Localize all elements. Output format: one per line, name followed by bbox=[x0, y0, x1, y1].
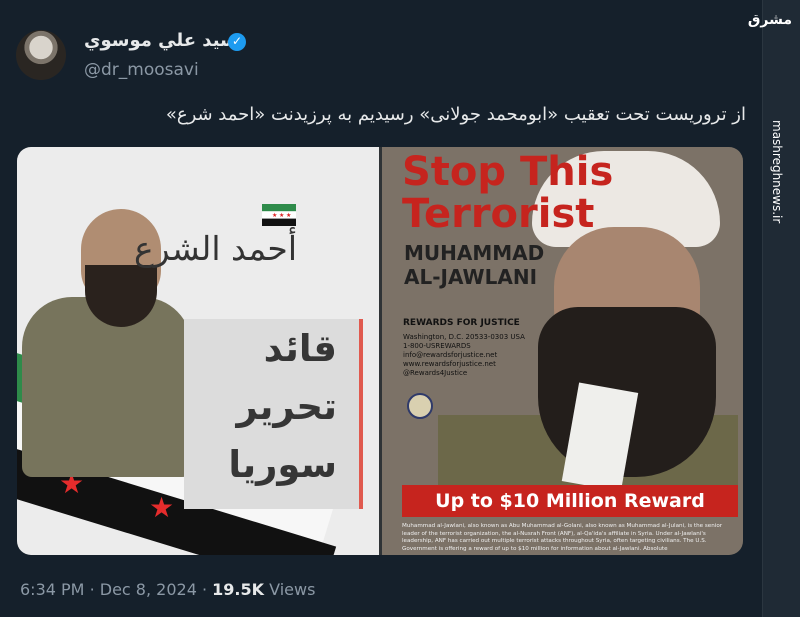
state-department-seal-icon bbox=[407, 393, 433, 419]
media-left-panel: ★ ★ ★ ★ ★ أحمد الشرع قائد تحرير سوريا bbox=[17, 147, 379, 555]
name-calligraphy: أحمد الشرع bbox=[133, 229, 297, 268]
headline-line: قائد bbox=[263, 327, 337, 370]
reward-banner: Up to $10 Million Reward bbox=[402, 485, 738, 517]
tweet-date[interactable]: Dec 8, 2024 bbox=[100, 580, 197, 599]
meta-separator: · bbox=[89, 580, 95, 599]
tweet-media[interactable]: ★ ★ ★ ★ ★ أحمد الشرع قائد تحرير سوريا St… bbox=[17, 147, 743, 555]
poster-title-line: Terrorist bbox=[402, 191, 595, 237]
views-count: 19.5K bbox=[212, 580, 265, 599]
svg-text:★: ★ bbox=[272, 212, 277, 219]
headline-line: سوريا bbox=[228, 443, 337, 486]
headline-box: قائد تحرير سوريا bbox=[184, 319, 363, 509]
headline-line: تحرير bbox=[236, 385, 338, 428]
rfj-contact: Washington, D.C. 20533-0303 USA 1-800-US… bbox=[403, 333, 533, 378]
avatar[interactable] bbox=[16, 30, 66, 80]
site-url: mashreghnews.ir bbox=[770, 120, 784, 224]
views-label: Views bbox=[269, 580, 316, 599]
rfj-title: REWARDS FOR JUSTICE bbox=[403, 318, 520, 328]
svg-text:★: ★ bbox=[279, 212, 284, 219]
poster-name-line: AL-JAWLANI bbox=[404, 265, 538, 289]
rfj-line: info@rewardsforjustice.net bbox=[403, 351, 498, 359]
verified-badge-icon bbox=[228, 33, 246, 51]
rfj-line: 1-800-USREWARDS bbox=[403, 342, 471, 350]
handle[interactable]: @dr_moosavi bbox=[84, 60, 199, 80]
watermark-strip bbox=[762, 0, 800, 617]
poster-title-line: Stop This bbox=[402, 149, 614, 195]
tweet: سيد علي موسوي @dr_moosavi از تروریست تحت… bbox=[0, 0, 762, 617]
site-logo: مشرق bbox=[747, 12, 792, 28]
rfj-line: Washington, D.C. 20533-0303 USA bbox=[403, 333, 525, 341]
poster-title: Stop This Terrorist bbox=[402, 151, 613, 235]
poster-name: MUHAMMAD AL-JAWLANI bbox=[404, 241, 544, 289]
rfj-line: @Rewards4Justice bbox=[403, 369, 468, 377]
poster-fine-print: Muhammad al-Jawlani, also known as Abu M… bbox=[402, 523, 723, 552]
meta-separator: · bbox=[201, 580, 208, 599]
svg-text:★: ★ bbox=[286, 212, 291, 219]
flag-star: ★ bbox=[149, 491, 175, 524]
display-name[interactable]: سيد علي موسوي bbox=[84, 30, 238, 51]
syria-flag-icon: ★ ★ ★ bbox=[262, 204, 296, 226]
poster-name-line: MUHAMMAD bbox=[404, 241, 545, 265]
rfj-line: www.rewardsforjustice.net bbox=[403, 360, 496, 368]
media-right-panel: Stop This Terrorist MUHAMMAD AL-JAWLANI … bbox=[382, 147, 743, 555]
tweet-meta: 6:34 PM · Dec 8, 2024 · 19.5K Views bbox=[20, 580, 315, 599]
tweet-text: از تروریست تحت تعقیب «ابومحمد جولانی» رس… bbox=[165, 104, 746, 125]
tweet-time[interactable]: 6:34 PM bbox=[20, 580, 84, 599]
